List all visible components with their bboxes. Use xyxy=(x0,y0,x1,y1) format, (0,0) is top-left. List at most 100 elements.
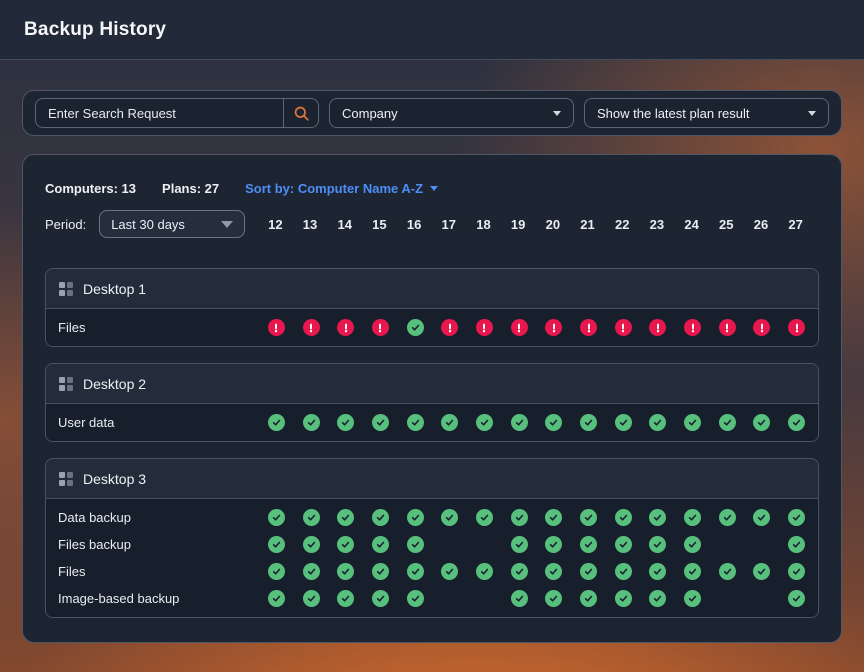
status-ok-icon[interactable] xyxy=(580,536,597,553)
status-ok-icon[interactable] xyxy=(303,414,320,431)
status-ok-icon[interactable] xyxy=(580,563,597,580)
status-ok-icon[interactable] xyxy=(441,414,458,431)
status-error-icon[interactable] xyxy=(441,319,458,336)
status-ok-icon[interactable] xyxy=(684,563,701,580)
status-ok-icon[interactable] xyxy=(372,509,389,526)
status-cell xyxy=(363,509,398,526)
status-ok-icon[interactable] xyxy=(441,509,458,526)
status-ok-icon[interactable] xyxy=(268,509,285,526)
status-ok-icon[interactable] xyxy=(615,590,632,607)
status-ok-icon[interactable] xyxy=(268,590,285,607)
status-ok-icon[interactable] xyxy=(511,414,528,431)
status-ok-icon[interactable] xyxy=(615,536,632,553)
status-ok-icon[interactable] xyxy=(788,414,805,431)
status-ok-icon[interactable] xyxy=(407,319,424,336)
status-ok-icon[interactable] xyxy=(303,590,320,607)
search-button[interactable] xyxy=(283,99,318,127)
status-error-icon[interactable] xyxy=(337,319,354,336)
status-error-icon[interactable] xyxy=(580,319,597,336)
status-error-icon[interactable] xyxy=(511,319,528,336)
status-ok-icon[interactable] xyxy=(649,509,666,526)
status-ok-icon[interactable] xyxy=(303,509,320,526)
status-ok-icon[interactable] xyxy=(580,590,597,607)
computer-name: Desktop 1 xyxy=(83,281,146,297)
search-input[interactable] xyxy=(36,99,283,127)
status-cell xyxy=(467,509,502,526)
status-ok-icon[interactable] xyxy=(649,590,666,607)
status-ok-icon[interactable] xyxy=(788,509,805,526)
status-ok-icon[interactable] xyxy=(372,536,389,553)
status-ok-icon[interactable] xyxy=(476,414,493,431)
status-ok-icon[interactable] xyxy=(753,509,770,526)
status-ok-icon[interactable] xyxy=(407,509,424,526)
status-ok-icon[interactable] xyxy=(337,509,354,526)
status-ok-icon[interactable] xyxy=(545,509,562,526)
status-ok-icon[interactable] xyxy=(441,563,458,580)
status-error-icon[interactable] xyxy=(268,319,285,336)
status-ok-icon[interactable] xyxy=(476,509,493,526)
status-error-icon[interactable] xyxy=(684,319,701,336)
status-ok-icon[interactable] xyxy=(372,563,389,580)
status-ok-icon[interactable] xyxy=(753,414,770,431)
status-ok-icon[interactable] xyxy=(372,414,389,431)
status-ok-icon[interactable] xyxy=(372,590,389,607)
status-ok-icon[interactable] xyxy=(511,536,528,553)
status-ok-icon[interactable] xyxy=(684,509,701,526)
status-error-icon[interactable] xyxy=(615,319,632,336)
status-ok-icon[interactable] xyxy=(615,414,632,431)
status-ok-icon[interactable] xyxy=(684,590,701,607)
status-ok-icon[interactable] xyxy=(684,536,701,553)
status-ok-icon[interactable] xyxy=(649,563,666,580)
status-ok-icon[interactable] xyxy=(407,590,424,607)
status-ok-icon[interactable] xyxy=(407,563,424,580)
company-filter-select[interactable]: Company xyxy=(329,98,574,128)
status-ok-icon[interactable] xyxy=(719,563,736,580)
status-ok-icon[interactable] xyxy=(511,590,528,607)
status-error-icon[interactable] xyxy=(476,319,493,336)
status-error-icon[interactable] xyxy=(649,319,666,336)
status-ok-icon[interactable] xyxy=(719,414,736,431)
status-ok-icon[interactable] xyxy=(303,536,320,553)
status-ok-icon[interactable] xyxy=(407,536,424,553)
status-ok-icon[interactable] xyxy=(268,536,285,553)
status-error-icon[interactable] xyxy=(545,319,562,336)
status-ok-icon[interactable] xyxy=(268,563,285,580)
status-ok-icon[interactable] xyxy=(476,563,493,580)
status-ok-icon[interactable] xyxy=(337,536,354,553)
status-ok-icon[interactable] xyxy=(511,563,528,580)
period-controls: Period: Last 30 days xyxy=(45,210,258,238)
status-ok-icon[interactable] xyxy=(788,563,805,580)
status-ok-icon[interactable] xyxy=(649,414,666,431)
status-ok-icon[interactable] xyxy=(788,590,805,607)
sort-by-control[interactable]: Sort by: Computer Name A-Z xyxy=(245,181,438,196)
status-error-icon[interactable] xyxy=(303,319,320,336)
status-ok-icon[interactable] xyxy=(649,536,666,553)
status-ok-icon[interactable] xyxy=(788,536,805,553)
status-cell xyxy=(502,536,537,553)
status-ok-icon[interactable] xyxy=(337,563,354,580)
status-ok-icon[interactable] xyxy=(545,590,562,607)
status-ok-icon[interactable] xyxy=(337,414,354,431)
status-ok-icon[interactable] xyxy=(615,563,632,580)
status-ok-icon[interactable] xyxy=(545,563,562,580)
status-ok-icon[interactable] xyxy=(580,509,597,526)
status-ok-icon[interactable] xyxy=(753,563,770,580)
status-error-icon[interactable] xyxy=(788,319,805,336)
status-ok-icon[interactable] xyxy=(407,414,424,431)
chevron-down-icon xyxy=(221,221,233,228)
status-ok-icon[interactable] xyxy=(337,590,354,607)
status-ok-icon[interactable] xyxy=(719,509,736,526)
status-error-icon[interactable] xyxy=(719,319,736,336)
status-ok-icon[interactable] xyxy=(303,563,320,580)
status-error-icon[interactable] xyxy=(753,319,770,336)
status-ok-icon[interactable] xyxy=(268,414,285,431)
status-ok-icon[interactable] xyxy=(545,536,562,553)
status-ok-icon[interactable] xyxy=(545,414,562,431)
plan-result-filter-select[interactable]: Show the latest plan result xyxy=(584,98,829,128)
status-error-icon[interactable] xyxy=(372,319,389,336)
status-ok-icon[interactable] xyxy=(511,509,528,526)
period-select[interactable]: Last 30 days xyxy=(99,210,245,238)
status-ok-icon[interactable] xyxy=(580,414,597,431)
status-ok-icon[interactable] xyxy=(615,509,632,526)
status-ok-icon[interactable] xyxy=(684,414,701,431)
